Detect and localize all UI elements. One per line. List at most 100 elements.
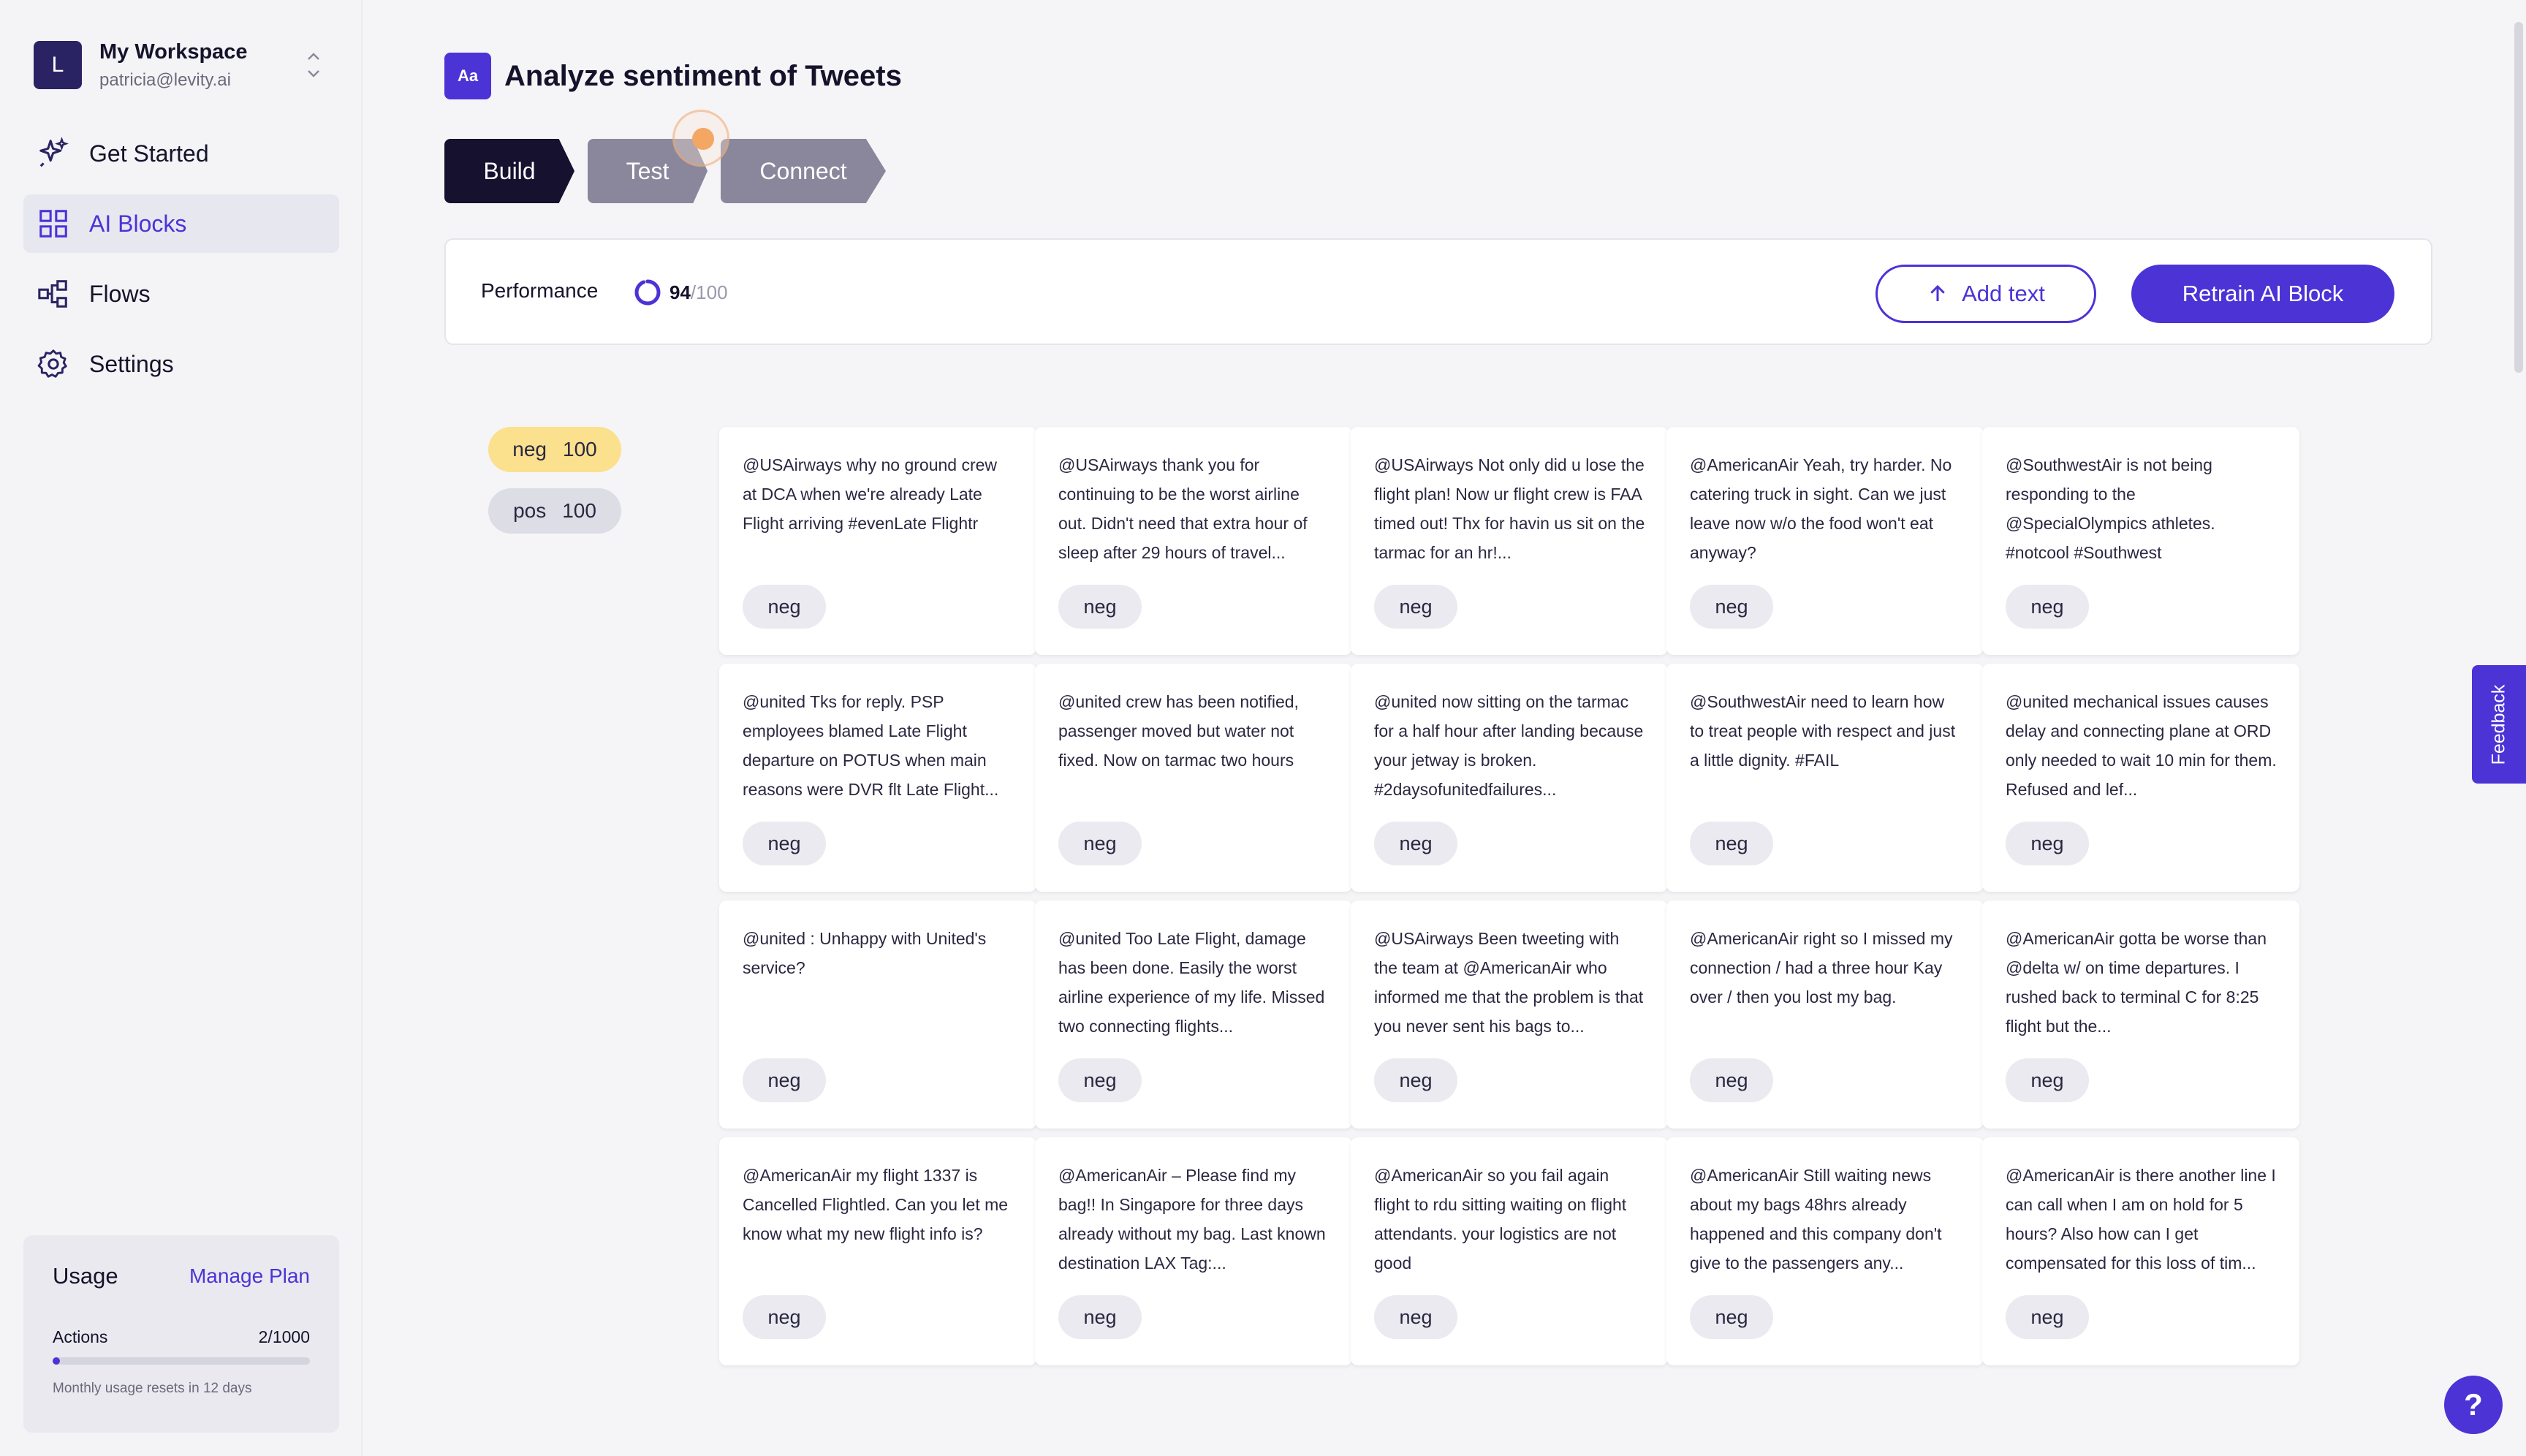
card-text: @USAirways Not only did u lose the fligh…: [1374, 455, 1645, 562]
chip-label: pos: [513, 499, 547, 522]
hotspot-dot: [692, 128, 714, 150]
retrain-button[interactable]: Retrain AI Block: [2131, 265, 2394, 323]
card-text: @AmericanAir is there another line I can…: [2006, 1166, 2276, 1273]
sidebar: L My Workspace patricia@levity.ai Get St…: [0, 0, 363, 1456]
card-label-tag[interactable]: neg: [743, 822, 826, 865]
chevron-updown-icon[interactable]: [301, 45, 326, 86]
card-text: @united : Unhappy with United's service?: [743, 929, 987, 977]
data-card[interactable]: @united now sitting on the tarmac for a …: [1351, 664, 1668, 892]
workspace-avatar: L: [34, 41, 82, 89]
card-text: @AmericanAir Yeah, try harder. No cateri…: [1690, 455, 1952, 562]
add-text-label: Add text: [1962, 281, 2045, 306]
data-card[interactable]: @AmericanAir Still waiting news about my…: [1666, 1137, 1984, 1365]
card-text: @SouthwestAir is not being responding to…: [2006, 455, 2215, 562]
data-card[interactable]: @united crew has been notified, passenge…: [1035, 664, 1352, 892]
data-card[interactable]: @AmericanAir Yeah, try harder. No cateri…: [1666, 427, 1984, 655]
sparkle-icon: [39, 137, 69, 167]
workspace-email: patricia@levity.ai: [99, 69, 231, 90]
card-text: @AmericanAir my flight 1337 is Cancelled…: [743, 1166, 1009, 1243]
card-label-tag[interactable]: neg: [2006, 585, 2089, 629]
card-text: @SouthwestAir need to learn how to treat…: [1690, 692, 1956, 770]
usage-header: Usage Manage Plan: [53, 1263, 310, 1289]
card-text: @AmericanAir right so I missed my connec…: [1690, 929, 1953, 1006]
sidebar-item-get-started[interactable]: Get Started: [23, 124, 339, 183]
data-card[interactable]: @USAirways why no ground crew at DCA whe…: [719, 427, 1036, 655]
card-label-tag[interactable]: neg: [1690, 822, 1773, 865]
card-label-tag[interactable]: neg: [1374, 1295, 1457, 1339]
gear-icon: [37, 349, 67, 378]
data-card[interactable]: @AmericanAir is there another line I can…: [1982, 1137, 2299, 1365]
chip-count: 100: [563, 438, 597, 460]
data-card[interactable]: @USAirways Been tweeting with the team a…: [1351, 900, 1668, 1129]
sidebar-item-settings[interactable]: Settings: [23, 335, 339, 393]
page-title: Analyze sentiment of Tweets: [504, 59, 902, 92]
data-card[interactable]: @united Tks for reply. PSP employees bla…: [719, 664, 1036, 892]
help-button[interactable]: ?: [2444, 1376, 2503, 1434]
card-label-tag[interactable]: neg: [1058, 822, 1142, 865]
sidebar-item-flows[interactable]: Flows: [23, 265, 339, 323]
data-card[interactable]: @AmericanAir so you fail again flight to…: [1351, 1137, 1668, 1365]
text-type-icon: Aa: [444, 53, 491, 99]
sidebar-item-ai-blocks[interactable]: AI Blocks: [23, 194, 339, 253]
usage-progress-fill: [53, 1357, 60, 1365]
data-card[interactable]: @USAirways thank you for continuing to b…: [1035, 427, 1352, 655]
data-card[interactable]: @USAirways Not only did u lose the fligh…: [1351, 427, 1668, 655]
performance-score[interactable]: 94 /100: [633, 278, 728, 307]
card-label-tag[interactable]: neg: [2006, 822, 2089, 865]
card-label-tag[interactable]: neg: [743, 585, 826, 629]
data-card[interactable]: @AmericanAir my flight 1337 is Cancelled…: [719, 1137, 1036, 1365]
actions-label: Actions: [53, 1327, 108, 1346]
data-card[interactable]: @SouthwestAir need to learn how to treat…: [1666, 664, 1984, 892]
scrollbar[interactable]: [2514, 22, 2523, 373]
chip-count: 100: [562, 499, 596, 522]
page-header: Aa Analyze sentiment of Tweets: [444, 53, 902, 99]
data-card[interactable]: @united : Unhappy with United's service?…: [719, 900, 1036, 1129]
filter-chip-pos[interactable]: pos 100: [488, 488, 621, 534]
card-label-tag[interactable]: neg: [1690, 585, 1773, 629]
onboarding-hotspot[interactable]: [672, 110, 729, 167]
card-label-tag[interactable]: neg: [1690, 1058, 1773, 1102]
card-label-tag[interactable]: neg: [2006, 1295, 2089, 1339]
card-label-tag[interactable]: neg: [1374, 1058, 1457, 1102]
data-card[interactable]: @AmericanAir – Please find my bag!! In S…: [1035, 1137, 1352, 1365]
score-max: /100: [690, 281, 728, 303]
feedback-tab[interactable]: Feedback: [2472, 665, 2526, 784]
actions-value: 2/1000: [258, 1327, 310, 1346]
card-label-tag[interactable]: neg: [743, 1058, 826, 1102]
card-label-tag[interactable]: neg: [743, 1295, 826, 1339]
data-card[interactable]: @AmericanAir gotta be worse than @delta …: [1982, 900, 2299, 1129]
data-card[interactable]: @united mechanical issues causes delay a…: [1982, 664, 2299, 892]
data-card[interactable]: @AmericanAir right so I missed my connec…: [1666, 900, 1984, 1129]
tab-build[interactable]: Build: [444, 139, 574, 203]
label-filters: neg 100 pos 100: [488, 427, 621, 550]
sidebar-item-label: Settings: [89, 350, 174, 377]
card-label-tag[interactable]: neg: [1374, 822, 1457, 865]
usage-reset-note: Monthly usage resets in 12 days: [53, 1381, 252, 1396]
card-text: @united crew has been notified, passenge…: [1058, 692, 1299, 770]
card-text: @AmericanAir so you fail again flight to…: [1374, 1166, 1627, 1273]
card-text: @AmericanAir Still waiting news about my…: [1690, 1166, 1942, 1273]
add-text-button[interactable]: Add text: [1875, 265, 2096, 323]
card-label-tag[interactable]: neg: [1058, 1058, 1142, 1102]
tab-connect[interactable]: Connect: [721, 139, 886, 203]
usage-progress-bar: [53, 1357, 310, 1365]
score-value: 94: [670, 281, 691, 303]
filter-chip-neg[interactable]: neg 100: [488, 427, 621, 472]
arrow-up-icon: [1930, 284, 1945, 301]
usage-actions-row: Actions 2/1000: [53, 1327, 310, 1347]
step-tabs: Build Test Connect: [444, 139, 899, 203]
card-label-tag[interactable]: neg: [1690, 1295, 1773, 1339]
card-label-tag[interactable]: neg: [1058, 585, 1142, 629]
usage-panel: Usage Manage Plan Actions 2/1000 Monthly…: [23, 1235, 339, 1433]
sidebar-item-label: AI Blocks: [89, 210, 187, 237]
score-ring-icon: [634, 279, 661, 306]
manage-plan-link[interactable]: Manage Plan: [189, 1264, 310, 1288]
workspace-switcher[interactable]: L My Workspace patricia@levity.ai: [34, 39, 326, 91]
data-card[interactable]: @united Too Late Flight, damage has been…: [1035, 900, 1352, 1129]
data-card[interactable]: @SouthwestAir is not being responding to…: [1982, 427, 2299, 655]
card-label-tag[interactable]: neg: [2006, 1058, 2089, 1102]
card-label-tag[interactable]: neg: [1058, 1295, 1142, 1339]
card-text: @united now sitting on the tarmac for a …: [1374, 692, 1644, 799]
flow-icon: [38, 280, 67, 308]
card-label-tag[interactable]: neg: [1374, 585, 1457, 629]
